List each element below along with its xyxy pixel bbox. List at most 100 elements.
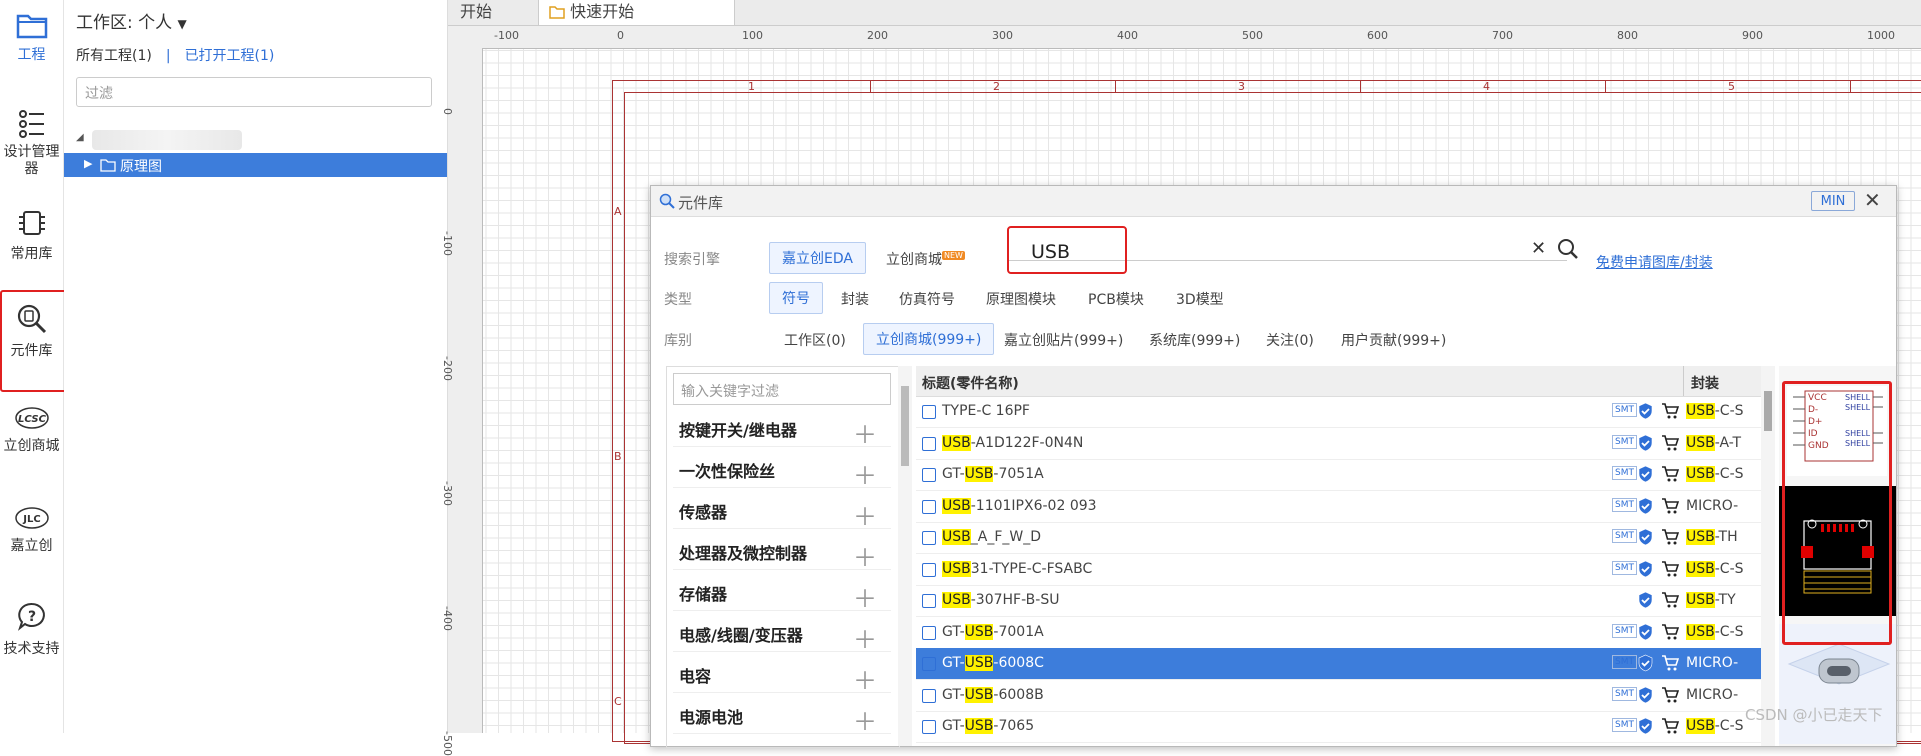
rail-item-common-lib[interactable]: 常用库	[0, 207, 63, 263]
tab-open-projects[interactable]: 已打开工程(1)	[185, 48, 275, 64]
plus-icon[interactable]: ＋	[853, 456, 877, 491]
rail-item-jlc[interactable]: JLC 嘉立创	[0, 505, 63, 555]
type-option-footprint[interactable]: 封装	[841, 289, 869, 309]
table-row[interactable]: GT-USB-6008C SMT MICRO-	[916, 648, 1761, 680]
rail-item-lcsc[interactable]: LCSC 立创商城	[0, 405, 63, 455]
plus-icon[interactable]: ＋	[853, 620, 877, 655]
clear-icon[interactable]: ✕	[1531, 238, 1546, 259]
category-item[interactable]: 电感/线圈/变压器 ＋	[673, 614, 891, 655]
lib-option-system[interactable]: 系统库(999+)	[1149, 330, 1240, 350]
plus-icon[interactable]: ＋	[853, 661, 877, 696]
engine-option-jlceda[interactable]: 嘉立创EDA	[769, 242, 866, 274]
cart-icon[interactable]	[1661, 434, 1679, 452]
ruler-top-tick: 100	[742, 29, 763, 42]
rail-item-design-manager[interactable]: 设计管理器	[0, 108, 63, 178]
category-item[interactable]: 电容 ＋	[673, 655, 891, 696]
table-row[interactable]: GT-USB-6008B SMT MICRO-	[916, 680, 1761, 712]
rail-label-lcsc: 立创商城	[3, 438, 60, 454]
smt-badge: SMT	[1612, 529, 1637, 543]
type-option-3d-model[interactable]: 3D模型	[1176, 289, 1224, 309]
part-name-match: USB	[964, 686, 994, 703]
rail-item-support[interactable]: ? 技术支持	[0, 600, 63, 658]
cart-icon[interactable]	[1661, 497, 1679, 515]
lib-option-lcsc[interactable]: 立创商城(999+)	[863, 323, 995, 355]
apply-library-link[interactable]: 免费申请图库/封装	[1596, 252, 1713, 272]
package-suffix: -C-S	[1714, 560, 1744, 577]
category-item[interactable]: 传感器 ＋	[673, 491, 891, 532]
part-name: GT-USB-6008B	[942, 686, 1044, 703]
rail-item-project[interactable]: 工程	[0, 10, 63, 64]
plus-icon[interactable]: ＋	[853, 579, 877, 614]
smt-badge: SMT	[1612, 560, 1637, 575]
category-item[interactable]: 按键开关/继电器 ＋	[673, 409, 891, 450]
column-package[interactable]: 封装	[1691, 373, 1719, 393]
cart-icon[interactable]	[1661, 686, 1679, 704]
rail-label-jlc: 嘉立创	[10, 538, 53, 554]
tab-quick-start[interactable]: 快速开始	[538, 0, 735, 25]
tab-all-projects[interactable]: 所有工程(1)	[76, 48, 152, 64]
type-option-sim-symbol[interactable]: 仿真符号	[899, 289, 955, 309]
package-cell: USB-C-S	[1686, 403, 1756, 419]
table-row[interactable]: USB_A_F_W_D SMT USB-TH	[916, 522, 1761, 554]
cart-icon[interactable]	[1661, 465, 1679, 483]
category-panel: 输入关键字过滤 按键开关/继电器 ＋ 一次性保险丝 ＋ 传感器 ＋ 处理器及微控制器 ＋…	[666, 366, 900, 748]
table-row[interactable]: USB31-TYPE-C-FSABC SMT USB-C-S	[916, 554, 1761, 586]
plus-icon[interactable]: ＋	[853, 497, 877, 532]
lib-option-jlc-smt[interactable]: 嘉立创贴片(999+)	[1004, 330, 1123, 350]
project-filter-input[interactable]: 过滤	[76, 77, 432, 107]
smt-badge: SMT	[1612, 623, 1637, 638]
search-button-icon[interactable]	[1557, 238, 1579, 260]
table-header: 标题(零件名称) 封装	[916, 366, 1761, 397]
close-icon[interactable]: ✕	[1864, 188, 1881, 212]
plus-icon[interactable]: ＋	[853, 415, 877, 450]
frame-divider	[1605, 80, 1606, 92]
table-row[interactable]: GT-USB-7051A SMT USB-C-S	[916, 459, 1761, 491]
lib-option-workspace[interactable]: 工作区(0)	[784, 330, 846, 350]
chip-icon	[922, 468, 936, 482]
category-item[interactable]: 处理器及微控制器 ＋	[673, 532, 891, 573]
type-option-pcb-module[interactable]: PCB模块	[1088, 289, 1144, 309]
table-row[interactable]: USB-1101IPX6-02 093 SMT MICRO-	[916, 491, 1761, 523]
cart-icon[interactable]	[1661, 654, 1679, 672]
frame-col-label: 3	[1238, 80, 1245, 93]
type-option-sch-module[interactable]: 原理图模块	[986, 289, 1056, 309]
cart-icon[interactable]	[1661, 560, 1679, 578]
cart-icon[interactable]	[1661, 591, 1679, 609]
category-item[interactable]: 一次性保险丝 ＋	[673, 450, 891, 491]
table-row[interactable]: GT-USB-7065 SMT USB-C-S	[916, 711, 1761, 743]
lib-option-user[interactable]: 用户贡献(999+)	[1341, 330, 1446, 350]
category-item[interactable]: 存储器 ＋	[673, 573, 891, 614]
chip-icon	[922, 405, 936, 419]
plus-icon[interactable]: ＋	[853, 702, 877, 737]
jlc-logo-icon: JLC	[14, 507, 49, 529]
cart-icon[interactable]	[1661, 623, 1679, 641]
engine-option-lcsc[interactable]: 立创商城 NEW	[886, 249, 965, 269]
tree-item-schematic[interactable]: ▶ 原理图	[64, 153, 447, 177]
package-match: USB	[1686, 466, 1715, 482]
cart-icon[interactable]	[1661, 528, 1679, 546]
workspace-selector[interactable]: 工作区: 个人 ▼	[76, 8, 187, 33]
tab-start[interactable]: 开始	[450, 0, 502, 25]
table-row[interactable]: GT-USB-7001A SMT USB-C-S	[916, 617, 1761, 649]
table-scroll-thumb[interactable]	[1764, 391, 1772, 431]
table-row[interactable]: TYPE-C 16PF SMT USB-C-S	[916, 396, 1761, 428]
table-row[interactable]: USB-307HF-B-SU USB-TY	[916, 585, 1761, 617]
frame-col-label: 5	[1728, 80, 1735, 93]
plus-icon[interactable]: ＋	[853, 538, 877, 573]
package-match: USB	[1686, 403, 1715, 419]
verified-shield-icon	[1638, 654, 1653, 672]
category-item[interactable]: 电源电池 ＋	[673, 696, 891, 737]
category-filter-input[interactable]: 输入关键字过滤	[673, 373, 891, 405]
type-option-symbol[interactable]: 符号	[769, 282, 823, 314]
expand-arrow-icon[interactable]: ▶	[84, 157, 92, 170]
minimize-button[interactable]: MIN	[1811, 191, 1855, 211]
table-row[interactable]: USB-A1D122F-0N4N SMT USB-A-T	[916, 428, 1761, 460]
dialog-header[interactable]: 元件库 MIN ✕	[651, 186, 1896, 217]
category-scroll-thumb[interactable]	[901, 386, 909, 466]
column-title[interactable]: 标题(零件名称)	[922, 373, 1019, 393]
cart-icon[interactable]	[1661, 402, 1679, 420]
lib-option-follow[interactable]: 关注(0)	[1266, 330, 1314, 350]
dialog-title: 元件库	[678, 194, 724, 212]
cart-icon[interactable]	[1661, 717, 1679, 735]
expand-caret-icon[interactable]: ◢	[76, 132, 84, 143]
